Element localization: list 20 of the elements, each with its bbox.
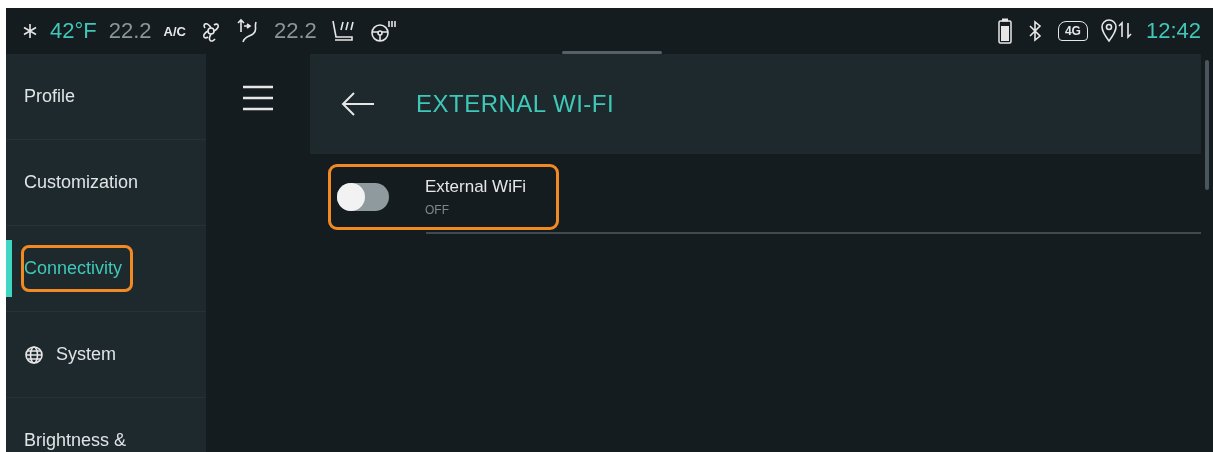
page-title: EXTERNAL WI-FI	[416, 90, 615, 118]
globe-icon	[24, 344, 44, 365]
heated-steering-wheel-icon	[368, 18, 397, 44]
location-icon	[1099, 19, 1134, 43]
scrollbar[interactable]	[1205, 60, 1209, 190]
back-button[interactable]	[340, 90, 376, 118]
battery-icon	[997, 18, 1012, 44]
passenger-temperature[interactable]: 22.2	[273, 18, 317, 44]
toggle-switch[interactable]	[337, 183, 389, 211]
driver-temperature[interactable]: 22.2	[108, 18, 152, 44]
setting-label: External WiFi	[425, 177, 527, 197]
clock: 12:42	[1145, 18, 1201, 44]
setting-state: OFF	[425, 203, 450, 217]
drag-handle[interactable]	[562, 51, 662, 54]
menu-button[interactable]	[241, 84, 275, 112]
snowflake-icon	[22, 23, 38, 39]
ac-label[interactable]: A/C	[163, 23, 186, 39]
outside-temperature: 42°F	[50, 18, 97, 44]
network-badge: 4G	[1057, 21, 1088, 41]
sidebar-item[interactable]: Connectivity	[6, 226, 206, 312]
